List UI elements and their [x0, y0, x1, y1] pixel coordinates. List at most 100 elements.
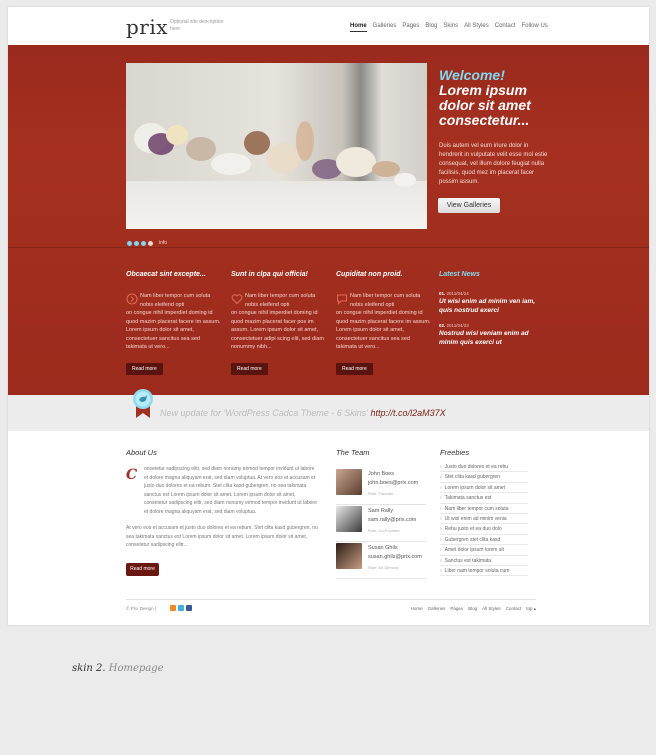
footer-link-pages[interactable]: Pages [450, 606, 463, 612]
photo-shape [336, 147, 376, 177]
photo-shape [266, 143, 300, 173]
about-title: About Us [126, 448, 157, 457]
heart-icon [231, 294, 243, 305]
page-frame: prix Optional site description here Home… [8, 7, 649, 625]
member-role: Role: Art Director [368, 565, 399, 570]
column-text: on congue nihil imperdiet doming id quod… [126, 310, 221, 350]
read-more-button[interactable]: Read more [231, 363, 268, 375]
column-title: Cupiditat non proid. [336, 271, 403, 278]
nav-item-skins[interactable]: Skins [443, 23, 458, 32]
circle-arrow-icon [126, 293, 138, 305]
photo-shape [211, 153, 251, 175]
about-paragraph: At vero eos et accusam et justo duo dolo… [126, 525, 318, 548]
member-role: Role: Founder [368, 491, 394, 496]
footer-link-blog[interactable]: Blog [468, 606, 477, 612]
member-role: Role: Co-Founder [368, 528, 400, 533]
news-date: 02. 2011/04/23 [439, 323, 539, 328]
read-more-button[interactable]: Read more [336, 363, 373, 375]
column-title: Obcaecat sint excepte... [126, 271, 206, 278]
freebies-title: Freebies [440, 448, 470, 457]
nav-item-follow-us[interactable]: Follow Us [521, 23, 547, 32]
freebies-list: Justo duo dolores et ea rebu Stet clita … [440, 462, 528, 577]
news-date-text: 2011/04/23 [446, 323, 469, 328]
member-email[interactable]: john.boes@prix.com [368, 480, 418, 486]
rss-icon[interactable] [170, 605, 176, 611]
avatar [336, 506, 362, 532]
column-text: Nam liber tempor cum soluta nobis eleife… [245, 293, 316, 308]
nav-item-contact[interactable]: Contact [495, 23, 516, 32]
member-email[interactable]: sam.rally@prix.com [368, 517, 416, 523]
twitter-bar: New update for 'WordPress Cadca Theme - … [8, 389, 649, 431]
freebie-link[interactable]: Justo duo dolores et ea rebu [440, 462, 528, 473]
column-title: Sunt in clpa qui officia! [231, 271, 308, 278]
welcome-text: Duis autem vel eum iriure dolor in hendr… [439, 143, 548, 185]
view-galleries-button[interactable]: View Galleries [438, 198, 500, 213]
site-logo[interactable]: prix [126, 15, 168, 39]
freebie-link[interactable]: Gubergren stet clita kasd [440, 535, 528, 546]
column-text: on congue nihil imperdiet doming id quod… [231, 310, 324, 350]
about-read-more-button[interactable]: Read more [126, 563, 159, 576]
freebie-link[interactable]: Lorem ipsum dolor sit amet [440, 483, 528, 494]
feature-column: Sunt in clpa qui officia! Nam liber temp… [231, 271, 326, 375]
welcome-title: Welcome! [439, 67, 505, 83]
slider-dot[interactable] [127, 240, 132, 246]
freebie-link[interactable]: Takimata sanctus est [440, 493, 528, 504]
team-title: The Team [336, 448, 370, 457]
photo-shape [296, 121, 314, 161]
caption-sub: Homepage [108, 663, 164, 674]
caption-main: skin 2. [72, 663, 106, 674]
nav-item-blog[interactable]: Blog [425, 23, 437, 32]
back-to-top-link[interactable]: top ▴ [526, 606, 536, 612]
freebie-link[interactable]: Nam liber tempor cum soluta [440, 504, 528, 514]
team-member: Susan Ghils susan.ghils@prix.com Role: A… [336, 543, 426, 579]
tweet-text: New update for 'WordPress Cadca Theme - … [160, 408, 369, 418]
member-name: Sam Rally [368, 508, 394, 514]
freebie-link[interactable]: Rebu justo et ea duo dolo [440, 524, 528, 535]
footer-link-all-styles[interactable]: All Styles [482, 606, 501, 612]
freebie-link[interactable]: Ut wisi enim ad minim venia [440, 514, 528, 525]
column-text: Nam liber tempor cum soluta nobis eleife… [140, 293, 211, 308]
latest-news: Latest News 01. 2011/04/24 Ut wisi enim … [439, 271, 539, 355]
welcome-headline: Lorem ipsum dolor sit amet consectetur..… [439, 82, 531, 128]
freebie-link[interactable]: Amet dolor ipsum lorem sit [440, 545, 528, 556]
nav-item-all-styles[interactable]: All Styles [464, 23, 489, 32]
main-nav: Home Galleries Pages Blog Skins All Styl… [350, 23, 548, 32]
slider-dot[interactable] [141, 240, 146, 246]
read-more-button[interactable]: Read more [126, 363, 163, 375]
facebook-icon[interactable] [186, 605, 192, 611]
tweet-link[interactable]: http://t.co/l2aM37X [371, 408, 446, 418]
image-caption: skin 2. Homepage [72, 663, 164, 674]
twitter-bird-icon[interactable] [133, 388, 153, 420]
hero-slider-image[interactable] [126, 63, 427, 229]
footer-link-contact[interactable]: Contact [506, 606, 522, 612]
photo-shape [394, 173, 416, 187]
member-name: Susan Ghils [368, 545, 398, 551]
copyright: © Prix Design | [126, 606, 156, 611]
photo-shape [244, 131, 270, 155]
column-text: on congue nihil imperdiet doming id quod… [336, 310, 431, 350]
team-member: Sam Rally sam.rally@prix.com Role: Co-Fo… [336, 506, 426, 542]
footer-link-home[interactable]: Home [411, 606, 423, 612]
slider-dot[interactable] [148, 240, 153, 246]
nav-item-galleries[interactable]: Galleries [373, 23, 397, 32]
freebie-link[interactable]: Stet clita kasd gubergren [440, 472, 528, 483]
news-title: Latest News [439, 271, 480, 278]
welcome-block: Welcome! Lorem ipsum dolor sit amet cons… [439, 68, 549, 187]
slider-dot[interactable] [134, 240, 139, 246]
freebie-link[interactable]: Liber nam tempor soluta cum [440, 566, 528, 577]
slider-info-link[interactable]: info [159, 240, 167, 246]
news-item-link[interactable]: Ut wisi enim ad minim ven iam, quis nost… [439, 298, 539, 315]
news-number: 02. [439, 323, 446, 328]
nav-item-home[interactable]: Home [350, 23, 367, 32]
site-tagline: Optional site description here [170, 19, 224, 32]
news-item-link[interactable]: Nostrud wisi veniam enim ad minim quis e… [439, 330, 539, 347]
column-text: Nam liber tempor cum soluta nobis eleife… [350, 293, 421, 308]
photo-shape [186, 137, 216, 161]
footer-link-galleries[interactable]: Galleries [428, 606, 446, 612]
member-email[interactable]: susan.ghils@prix.com [368, 554, 422, 560]
hero-section: info Welcome! Lorem ipsum dolor sit amet… [8, 45, 649, 395]
freebie-link[interactable]: Sanctus est takimata [440, 556, 528, 566]
member-name: John Boes [368, 471, 394, 477]
nav-item-pages[interactable]: Pages [402, 23, 419, 32]
twitter-icon[interactable] [178, 605, 184, 611]
